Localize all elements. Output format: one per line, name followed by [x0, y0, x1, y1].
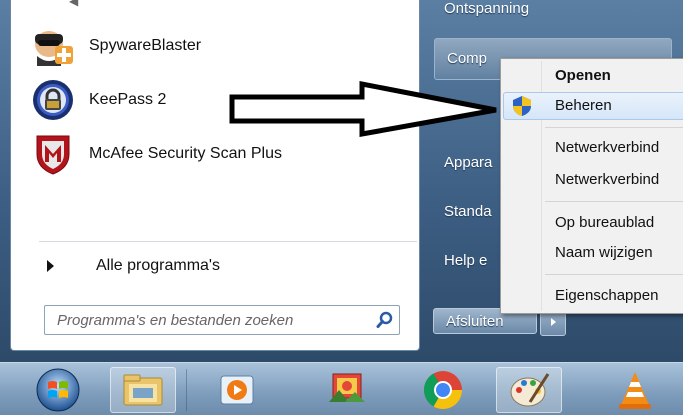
right-pane-label: Comp	[447, 50, 488, 67]
mcafee-icon	[29, 132, 77, 176]
program-label: McAfee Security Scan Plus	[89, 145, 282, 162]
taskbar-media-center[interactable]	[204, 367, 270, 413]
all-programs-label: Alle programma's	[96, 257, 220, 274]
all-programs-item[interactable]: Alle programma's	[39, 254, 220, 278]
start-search-box[interactable]	[44, 305, 400, 335]
chrome-icon	[423, 371, 463, 410]
search-input[interactable]	[55, 310, 371, 330]
annotation-arrow-icon	[229, 80, 497, 137]
vlc-icon	[619, 372, 651, 409]
program-label: KeePass 2	[89, 91, 167, 108]
partial-program-icon: ◀	[69, 0, 79, 8]
menu-divider	[39, 241, 417, 242]
right-pane-label: Standa	[444, 203, 492, 220]
menu-separator	[545, 201, 683, 202]
keepass-icon	[29, 78, 77, 122]
search-icon[interactable]	[371, 306, 399, 334]
right-pane-standaard[interactable]: Standa	[444, 203, 492, 220]
shutdown-label: Afsluiten	[446, 312, 504, 330]
right-pane-label: Appara	[444, 154, 493, 171]
taskbar-explorer[interactable]	[110, 367, 176, 413]
context-menu: Openen Beheren Netwerkverbind Netwerkver…	[500, 58, 683, 314]
media-player-icon	[220, 375, 254, 405]
taskbar-separator	[186, 369, 187, 411]
right-pane-apparaten[interactable]: Appara	[444, 154, 492, 171]
menu-item-beheren[interactable]: Beheren	[555, 97, 612, 114]
right-pane-label: Ontspanning	[444, 0, 530, 17]
right-pane-ontspanning[interactable]: Ontspanning	[444, 0, 529, 17]
right-pane-label: Help e	[444, 252, 488, 269]
windows-orb-icon	[36, 368, 80, 412]
folder-icon	[123, 374, 163, 406]
program-spywareblaster[interactable]: SpywareBlaster	[29, 24, 409, 68]
expand-arrow-icon	[47, 260, 54, 272]
menu-item-netwerkverbinding-2[interactable]: Netwerkverbind	[555, 171, 659, 188]
taskbar-chrome[interactable]	[410, 367, 476, 413]
right-pane-help[interactable]: Help e	[444, 252, 487, 269]
menu-item-openen[interactable]: Openen	[555, 67, 611, 84]
program-label: SpywareBlaster	[89, 37, 202, 54]
taskbar-paint[interactable]	[496, 367, 562, 413]
uac-shield-icon	[511, 95, 533, 122]
taskbar-vlc[interactable]	[602, 367, 668, 413]
menu-separator	[545, 127, 683, 128]
menu-separator	[545, 274, 683, 275]
spywareblaster-icon	[29, 24, 77, 68]
start-menu-left-pane: ◀ SpywareBlaster KeePass 2 McAfee Securi…	[10, 0, 420, 351]
start-button[interactable]	[10, 367, 106, 413]
chevron-right-icon	[551, 318, 556, 326]
menu-item-op-bureaublad[interactable]: Op bureaublad	[555, 214, 654, 231]
taskbar	[0, 362, 683, 415]
paint-palette-icon	[510, 373, 550, 407]
menu-item-naam-wijzigen[interactable]: Naam wijzigen	[555, 244, 653, 261]
photo-gallery-icon	[329, 373, 365, 402]
menu-item-eigenschappen[interactable]: Eigenschappen	[555, 287, 658, 304]
menu-item-netwerkverbinding-1[interactable]: Netwerkverbind	[555, 139, 659, 156]
taskbar-photo-gallery[interactable]	[314, 367, 380, 413]
